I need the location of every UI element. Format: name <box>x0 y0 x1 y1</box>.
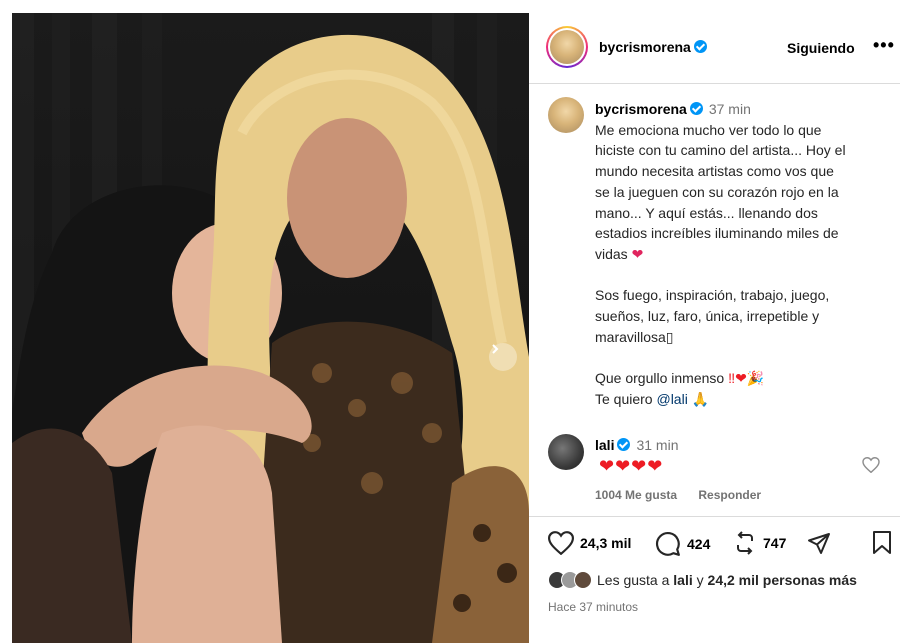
heart-outline-icon <box>548 531 574 555</box>
post-caption: bycrismorena 37 min Me emociona mucho ver… <box>595 99 895 410</box>
heart-emoji: ❤ <box>631 245 644 262</box>
repost-action[interactable]: 747 <box>733 531 786 555</box>
chevron-right-icon <box>492 344 499 354</box>
caption-line: Sos fuego, inspiración, trabajo, juego, <box>595 287 830 304</box>
verified-badge-icon <box>617 438 631 451</box>
caption-line: sueños, luz, faro, única, irrepetible y <box>595 308 820 325</box>
likes-connector: y <box>696 572 704 588</box>
likes-others[interactable]: 24,2 mil personas más <box>708 572 857 588</box>
carousel-next-button[interactable] <box>489 343 517 371</box>
heart-outline-icon <box>862 456 880 474</box>
caption-line: mano... Y aquí estás... llenando dos <box>595 204 818 221</box>
post-header: bycrismorena Siguiendo ••• <box>529 13 900 84</box>
caption-time[interactable]: 37 min <box>709 101 751 117</box>
comment-time: 31 min <box>636 437 679 453</box>
caption-line: Te quiero <box>595 390 653 407</box>
author-avatar <box>550 30 584 64</box>
post-timestamp[interactable]: Hace 37 minutos <box>548 600 638 614</box>
comment-meta: 1004 Me gusta Responder <box>595 488 779 502</box>
comment-likes[interactable]: 1004 Me gusta <box>595 488 677 502</box>
caption-author-username[interactable]: bycrismorena <box>595 101 687 117</box>
caption-line: se la jueguen con su corazón rojo en la <box>595 183 839 200</box>
comment-author-username[interactable]: lali <box>595 437 614 453</box>
bookmark-icon <box>873 531 891 554</box>
caption-line: mundo necesita artistas como vos que <box>595 163 834 180</box>
caption-line: Me emociona mucho ver todo lo que <box>595 121 822 138</box>
likes-count: 24,3 mil <box>580 535 632 551</box>
post-photo[interactable] <box>12 13 529 643</box>
repost-icon <box>737 531 753 555</box>
reply-button[interactable]: Responder <box>698 488 761 502</box>
divider <box>529 516 900 517</box>
send-icon <box>808 533 830 554</box>
save-action[interactable] <box>872 531 892 555</box>
caption-line: hiciste con tu camino del artista... Hoy… <box>595 142 846 159</box>
caption-line: estadios increíbles iluminando miles de <box>595 225 839 242</box>
author-username[interactable]: bycrismorena <box>599 39 691 55</box>
caption-emoji: ‼❤🎉 <box>728 370 765 387</box>
post-side-panel: bycrismorena Siguiendo ••• bycrismorena 3… <box>529 13 900 643</box>
share-action[interactable] <box>807 531 831 555</box>
more-options-icon[interactable]: ••• <box>873 35 895 56</box>
caption-emoji: 🙏 <box>691 390 710 407</box>
author-avatar-ring[interactable] <box>546 26 588 68</box>
reposts-count: 747 <box>763 535 787 551</box>
comment-header: lali 31 min <box>595 437 679 453</box>
liker-avatar <box>574 571 592 589</box>
caption-line: maravillosa▯ <box>595 328 674 345</box>
comment-action[interactable]: 424 <box>655 531 710 557</box>
following-button[interactable]: Siguiendo <box>787 40 855 56</box>
likes-summary: Les gusta a lali y 24,2 mil personas más <box>548 571 857 589</box>
caption-author-avatar[interactable] <box>548 97 584 133</box>
liker-username[interactable]: lali <box>673 572 692 588</box>
comment-author-avatar[interactable] <box>548 434 584 470</box>
comment-bubble-icon <box>656 532 680 556</box>
likes-prefix: Les gusta a <box>597 572 670 588</box>
comment-text: ❤❤❤❤ <box>599 456 664 476</box>
photo-illustration <box>12 13 529 643</box>
comments-count: 424 <box>687 536 711 552</box>
caption-line: Que orgullo inmenso <box>595 370 725 387</box>
verified-badge-icon <box>689 102 703 115</box>
caption-line: vidas <box>595 245 628 262</box>
mention-link[interactable]: @lali <box>656 391 687 407</box>
verified-badge-icon <box>693 40 707 53</box>
comment-like-button[interactable] <box>862 456 880 478</box>
like-action[interactable]: 24,3 mil <box>548 531 631 555</box>
